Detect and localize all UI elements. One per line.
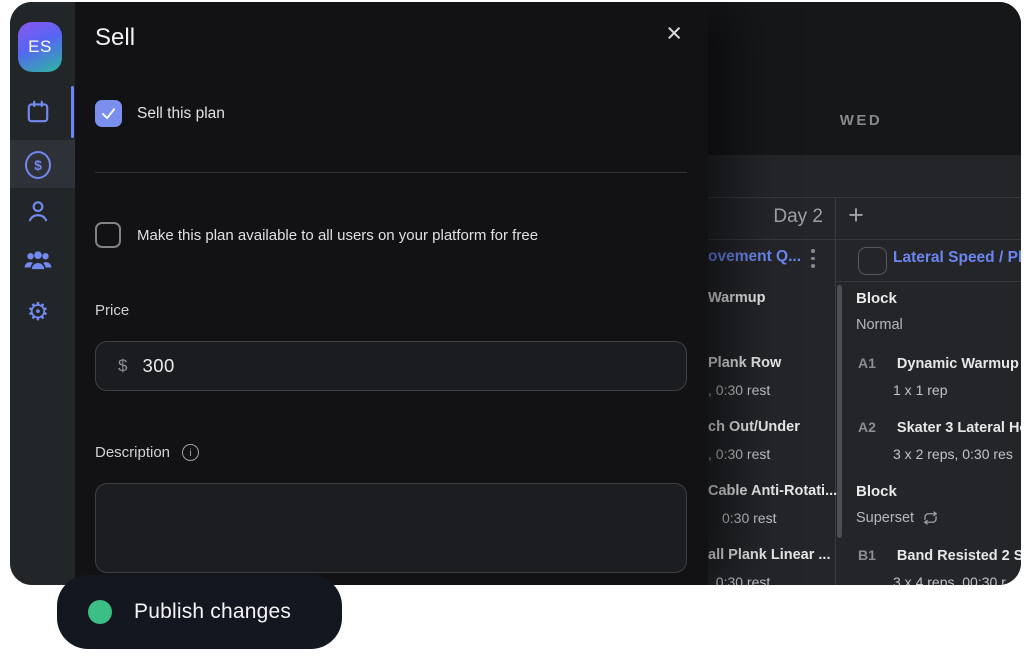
exercise-detail: , 0:30 rest xyxy=(708,574,770,585)
workout-checkbox[interactable] xyxy=(858,247,887,275)
exercise-name: Skater 3 Lateral Hop xyxy=(897,420,1021,436)
price-input[interactable]: $ 300 xyxy=(95,341,687,391)
exercise-name: Band Resisted 2 Step xyxy=(897,548,1021,564)
exercise-name: ch Out/Under xyxy=(708,419,800,435)
exercise-detail: 3 x 4 reps, 00:30 r xyxy=(893,574,1006,585)
workout-title-left[interactable]: ovement Q... xyxy=(708,248,801,266)
exercise-name: Warmup xyxy=(708,290,765,306)
sidebar-item-profile[interactable] xyxy=(25,198,51,224)
people-icon xyxy=(23,247,53,273)
app-window: WED Day 2 + ovement Q... Warmup Plank Ro… xyxy=(10,2,1021,585)
exercise-name: all Plank Linear ... xyxy=(708,547,831,563)
sidebar-item-calendar[interactable] xyxy=(25,99,51,125)
exercise-detail: 0:30 rest xyxy=(722,510,776,526)
exercise-detail: 1 x 1 rep xyxy=(893,382,947,398)
description-textarea[interactable] xyxy=(95,483,687,573)
sidebar-item-clients[interactable] xyxy=(23,247,53,273)
screenshot-stage: WED Day 2 + ovement Q... Warmup Plank Ro… xyxy=(0,0,1024,665)
exercise-name: Cable Anti-Rotati... xyxy=(708,483,837,499)
sell-this-plan-label: Sell this plan xyxy=(137,105,225,123)
exercise-detail: , 0:30 rest xyxy=(708,382,770,398)
exercise-name: Dynamic Warmup xyxy=(897,356,1019,372)
divider xyxy=(95,172,687,173)
kebab-menu-icon[interactable] xyxy=(811,249,815,268)
status-dot-icon xyxy=(88,600,112,624)
exercise-name: Plank Row xyxy=(708,355,781,371)
add-day-button[interactable]: + xyxy=(841,200,871,231)
publish-changes-label: Publish changes xyxy=(134,600,291,624)
price-value: 300 xyxy=(142,355,174,377)
superset-cycle-icon xyxy=(922,511,939,525)
weekday-label: WED xyxy=(825,112,897,129)
block-label: Block xyxy=(856,483,897,500)
gear-icon: ⚙ xyxy=(27,300,49,325)
scrollbar-thumb[interactable] xyxy=(837,285,842,538)
modal-title: Sell xyxy=(95,24,135,52)
exercise-row[interactable]: B1 Band Resisted 2 Step xyxy=(858,547,1021,564)
exercise-tag: A1 xyxy=(858,355,876,371)
info-icon[interactable]: i xyxy=(182,444,199,461)
currency-symbol: $ xyxy=(118,356,127,376)
free-plan-label: Make this plan available to all users on… xyxy=(137,227,538,244)
close-icon[interactable]: × xyxy=(666,18,682,49)
sell-modal: Sell × Sell this plan Make this plan ava… xyxy=(75,2,708,585)
column-divider xyxy=(835,197,836,585)
sidebar-item-settings[interactable]: ⚙ xyxy=(25,299,51,325)
calendar-icon xyxy=(25,99,51,125)
sell-this-plan-checkbox[interactable] xyxy=(95,100,122,127)
block-label: Block xyxy=(856,290,897,307)
price-label: Price xyxy=(95,302,129,319)
description-label: Description i xyxy=(95,444,199,461)
block-type: Superset xyxy=(856,510,939,526)
sidebar-item-payments[interactable]: $ xyxy=(25,152,51,178)
exercise-detail: , 0:30 rest xyxy=(708,446,770,462)
exercise-row[interactable]: A1 Dynamic Warmup xyxy=(858,355,1019,372)
exercise-detail: 3 x 2 reps, 0:30 res xyxy=(893,446,1013,462)
exercise-tag: B1 xyxy=(858,547,876,563)
publish-changes-button[interactable]: Publish changes xyxy=(57,575,342,649)
workout-title-right[interactable]: Lateral Speed / Plyo xyxy=(893,249,1021,267)
block-type: Normal xyxy=(856,317,903,333)
check-icon xyxy=(100,105,117,122)
app-logo[interactable]: ES xyxy=(18,22,62,72)
exercise-row[interactable]: A2 Skater 3 Lateral Hop xyxy=(858,419,1021,436)
exercise-tag: A2 xyxy=(858,419,876,435)
sidebar: ES $ ⚙ xyxy=(10,2,75,585)
dollar-icon: $ xyxy=(25,151,51,179)
right-column-divider xyxy=(836,281,1021,282)
nav-active-indicator xyxy=(71,86,74,138)
free-plan-checkbox[interactable] xyxy=(95,222,121,248)
person-icon xyxy=(25,198,51,224)
